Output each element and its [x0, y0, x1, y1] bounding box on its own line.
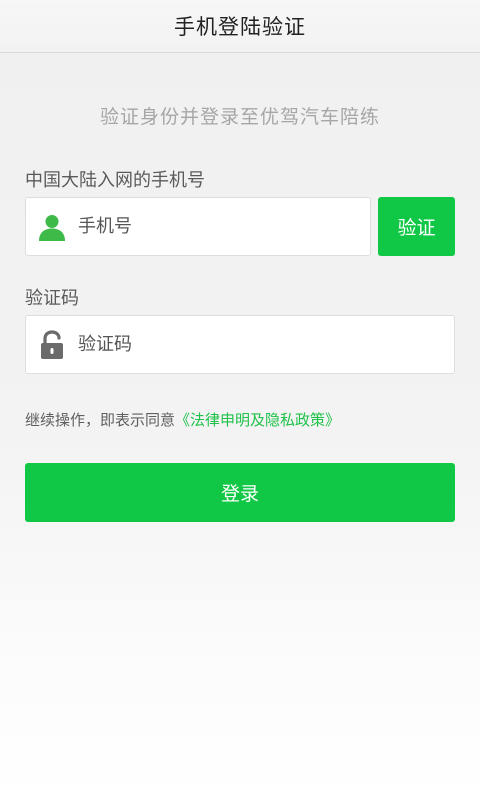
app-header: 手机登陆验证 — [0, 0, 480, 53]
agreement-prefix: 继续操作，即表示同意 — [25, 411, 176, 429]
page-title: 手机登陆验证 — [174, 15, 306, 39]
user-icon — [26, 197, 78, 256]
verify-button[interactable]: 验证 — [378, 197, 455, 256]
phone-label: 中国大陆入网的手机号 — [25, 170, 205, 191]
privacy-policy-link[interactable]: 《法律申明及隐私政策》 — [175, 411, 340, 429]
phone-field[interactable] — [25, 197, 371, 256]
code-input[interactable] — [78, 334, 454, 355]
code-field[interactable] — [25, 315, 455, 374]
code-label: 验证码 — [25, 288, 79, 309]
phone-input[interactable] — [78, 216, 370, 237]
login-button[interactable]: 登录 — [25, 463, 455, 522]
page-subtitle: 验证身份并登录至优驾汽车陪练 — [99, 106, 380, 128]
agreement-text: 继续操作，即表示同意《法律申明及隐私政策》 — [25, 409, 340, 430]
lock-icon — [26, 315, 78, 374]
